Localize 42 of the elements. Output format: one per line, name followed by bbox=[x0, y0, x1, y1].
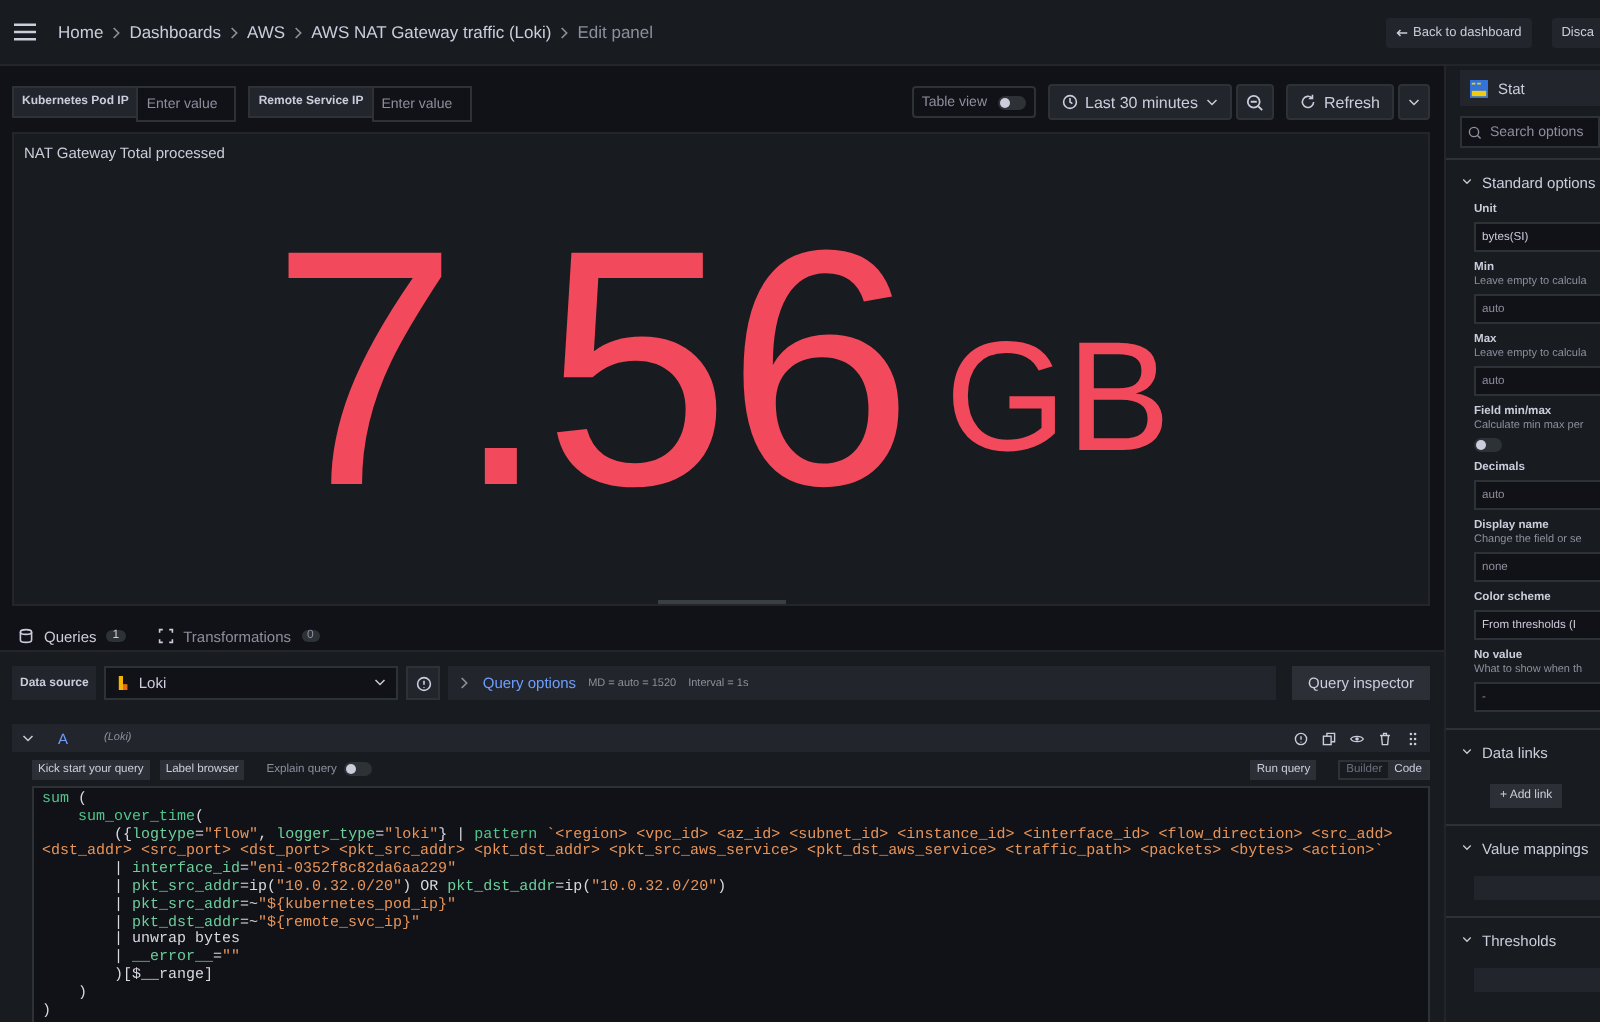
caret-icon bbox=[1462, 844, 1472, 852]
chevron-icon bbox=[460, 676, 471, 690]
database-icon bbox=[18, 628, 34, 644]
zoom-out-icon bbox=[1245, 93, 1264, 111]
arrow-left-icon bbox=[1395, 27, 1408, 37]
chevron-icon bbox=[293, 25, 304, 39]
copy-icon[interactable] bbox=[1322, 731, 1336, 745]
stat-chart-icon bbox=[1470, 79, 1488, 97]
collapse-icon[interactable] bbox=[22, 733, 34, 743]
info-icon bbox=[415, 675, 432, 691]
chevron-icon bbox=[229, 25, 240, 39]
chevron-icon bbox=[111, 25, 122, 39]
stat-value: 7.56 bbox=[271, 200, 910, 536]
loki-logo-icon bbox=[116, 674, 131, 692]
breadcrumb-link[interactable]: Edit panel bbox=[577, 22, 654, 42]
toggle-switch[interactable] bbox=[1474, 438, 1502, 452]
caret-icon bbox=[374, 678, 387, 688]
breadcrumb-link[interactable]: AWS NAT Gateway traffic (Loki) bbox=[311, 22, 552, 42]
refresh-button[interactable]: Refresh bbox=[1285, 84, 1394, 120]
stat-unit: GB bbox=[945, 318, 1171, 474]
menu-icon[interactable] bbox=[14, 22, 36, 42]
breadcrumb-link[interactable]: Dashboards bbox=[129, 22, 222, 42]
breadcrumb-link[interactable]: Home bbox=[58, 22, 104, 42]
eye-icon[interactable] bbox=[1350, 731, 1364, 745]
caret-icon bbox=[1462, 936, 1472, 944]
caret-icon bbox=[1408, 97, 1420, 107]
zoom-out-button[interactable] bbox=[1235, 84, 1274, 120]
caret-icon bbox=[1462, 748, 1472, 756]
code-editor[interactable] bbox=[32, 786, 1430, 1022]
help-button[interactable] bbox=[406, 666, 441, 700]
clock-icon bbox=[1061, 94, 1077, 110]
chevron-icon bbox=[559, 25, 570, 39]
resize-handle[interactable] bbox=[657, 600, 785, 604]
help-icon[interactable] bbox=[1294, 731, 1308, 745]
drag-handle-icon[interactable] bbox=[1406, 731, 1420, 745]
frame-corners-icon bbox=[157, 628, 174, 644]
caret-icon bbox=[1205, 97, 1218, 107]
trash-icon[interactable] bbox=[1378, 731, 1392, 745]
refresh-icon bbox=[1299, 94, 1316, 110]
breadcrumb-link[interactable]: AWS bbox=[247, 22, 286, 42]
caret-icon bbox=[1462, 178, 1472, 186]
time-range-picker[interactable]: Last 30 minutes bbox=[1047, 84, 1232, 120]
